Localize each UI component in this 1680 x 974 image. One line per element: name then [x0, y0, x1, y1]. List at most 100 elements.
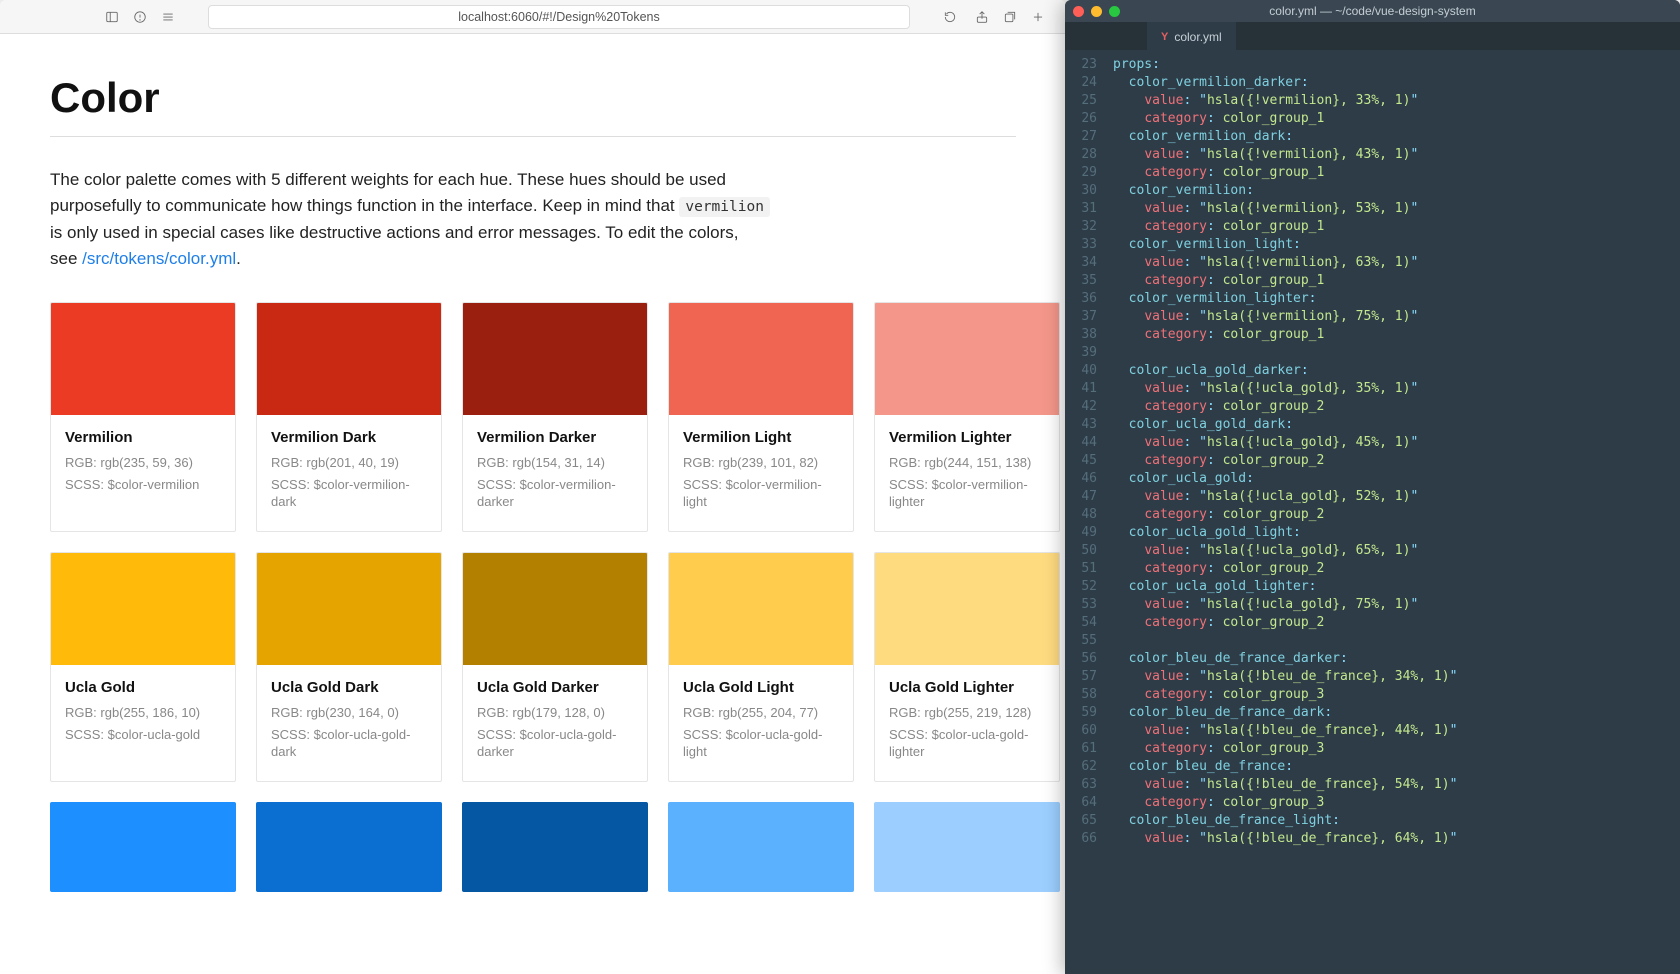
tab-label: color.yml	[1174, 30, 1221, 44]
swatch-meta: Ucla Gold Lighter RGB: rgb(255, 219, 128…	[875, 665, 1059, 781]
url-text: localhost:6060/#!/Design%20Tokens	[458, 10, 660, 24]
swatch-name: Vermilion	[65, 429, 221, 446]
swatch-color	[669, 553, 853, 665]
swatch-scss: SCSS: $color-ucla-gold-darker	[477, 726, 633, 761]
share-icon[interactable]	[970, 6, 994, 28]
sidebar-toggle-icon[interactable]	[100, 6, 124, 28]
swatch-meta: Vermilion RGB: rgb(235, 59, 36) SCSS: $c…	[51, 415, 235, 513]
tabs-icon[interactable]	[998, 6, 1022, 28]
swatch-rgb: RGB: rgb(255, 186, 10)	[65, 704, 221, 722]
swatch-scss: SCSS: $color-ucla-gold-dark	[271, 726, 427, 761]
desc-text: .	[236, 249, 241, 268]
swatch-name: Vermilion Darker	[477, 429, 633, 446]
editor-body[interactable]: 2324252627282930313233343536373839404142…	[1065, 50, 1680, 974]
tab-color-yml[interactable]: Y color.yml	[1147, 22, 1236, 50]
swatch-meta: Ucla Gold RGB: rgb(255, 186, 10) SCSS: $…	[51, 665, 235, 763]
swatch-name: Ucla Gold Lighter	[889, 679, 1045, 696]
swatch-meta: Vermilion Light RGB: rgb(239, 101, 82) S…	[669, 415, 853, 531]
swatch-meta: Ucla Gold Light RGB: rgb(255, 204, 77) S…	[669, 665, 853, 781]
swatch-meta: Vermilion Darker RGB: rgb(154, 31, 14) S…	[463, 415, 647, 531]
editor-titlebar: color.yml — ~/code/vue-design-system	[1065, 0, 1680, 22]
editor-title: color.yml — ~/code/vue-design-system	[1073, 4, 1672, 18]
divider	[50, 136, 1016, 137]
swatch-color	[51, 553, 235, 665]
swatch-scss: SCSS: $color-ucla-gold-light	[683, 726, 839, 761]
browser-window: localhost:6060/#!/Design%20Tokens Color …	[0, 0, 1066, 974]
swatch-color	[463, 553, 647, 665]
swatch-meta: Ucla Gold Darker RGB: rgb(179, 128, 0) S…	[463, 665, 647, 781]
browser-content[interactable]: Color The color palette comes with 5 dif…	[0, 34, 1066, 974]
swatch-card[interactable]: Vermilion RGB: rgb(235, 59, 36) SCSS: $c…	[50, 302, 236, 532]
swatch-card[interactable]	[256, 802, 442, 892]
swatch-meta: Ucla Gold Dark RGB: rgb(230, 164, 0) SCS…	[257, 665, 441, 781]
swatch-color	[669, 303, 853, 415]
swatch-color	[257, 553, 441, 665]
swatch-scss: SCSS: $color-ucla-gold	[65, 726, 221, 744]
close-icon[interactable]	[1073, 6, 1084, 17]
browser-toolbar: localhost:6060/#!/Design%20Tokens	[0, 0, 1066, 34]
swatch-name: Ucla Gold	[65, 679, 221, 696]
desc-code: vermilion	[679, 197, 770, 217]
swatch-scss: SCSS: $color-ucla-gold-lighter	[889, 726, 1045, 761]
swatch-card[interactable]	[50, 802, 236, 892]
maximize-icon[interactable]	[1109, 6, 1120, 17]
page-description: The color palette comes with 5 different…	[50, 167, 770, 272]
page-title: Color	[50, 74, 1016, 122]
swatch-scss: SCSS: $color-vermilion-lighter	[889, 476, 1045, 511]
desc-text: The color palette comes with 5 different…	[50, 170, 726, 215]
swatch-rgb: RGB: rgb(235, 59, 36)	[65, 454, 221, 472]
swatch-name: Vermilion Lighter	[889, 429, 1045, 446]
swatch-card[interactable]: Vermilion Lighter RGB: rgb(244, 151, 138…	[874, 302, 1060, 532]
swatch-rgb: RGB: rgb(255, 204, 77)	[683, 704, 839, 722]
swatch-card[interactable]	[668, 802, 854, 892]
editor-tabbar: Y color.yml	[1065, 22, 1680, 50]
swatch-meta: Vermilion Lighter RGB: rgb(244, 151, 138…	[875, 415, 1059, 531]
swatch-rgb: RGB: rgb(201, 40, 19)	[271, 454, 427, 472]
swatch-card[interactable]: Ucla Gold Darker RGB: rgb(179, 128, 0) S…	[462, 552, 648, 782]
swatch-color	[462, 802, 648, 892]
swatch-color	[875, 553, 1059, 665]
new-tab-icon[interactable]	[1026, 6, 1050, 28]
swatch-scss: SCSS: $color-vermilion-dark	[271, 476, 427, 511]
swatch-color	[874, 802, 1060, 892]
swatch-rgb: RGB: rgb(179, 128, 0)	[477, 704, 633, 722]
swatch-color	[668, 802, 854, 892]
swatch-card[interactable]: Ucla Gold Light RGB: rgb(255, 204, 77) S…	[668, 552, 854, 782]
swatch-color	[50, 802, 236, 892]
url-bar[interactable]: localhost:6060/#!/Design%20Tokens	[208, 5, 910, 29]
swatch-meta: Vermilion Dark RGB: rgb(201, 40, 19) SCS…	[257, 415, 441, 531]
swatch-name: Vermilion Dark	[271, 429, 427, 446]
swatch-card[interactable]	[874, 802, 1060, 892]
swatch-card[interactable]: Ucla Gold Lighter RGB: rgb(255, 219, 128…	[874, 552, 1060, 782]
swatch-card[interactable]: Ucla Gold Dark RGB: rgb(230, 164, 0) SCS…	[256, 552, 442, 782]
swatch-rgb: RGB: rgb(255, 219, 128)	[889, 704, 1045, 722]
editor-window: color.yml — ~/code/vue-design-system Y c…	[1065, 0, 1680, 974]
swatch-name: Vermilion Light	[683, 429, 839, 446]
swatch-card[interactable]: Ucla Gold RGB: rgb(255, 186, 10) SCSS: $…	[50, 552, 236, 782]
swatch-rgb: RGB: rgb(154, 31, 14)	[477, 454, 633, 472]
swatch-grid: Vermilion RGB: rgb(235, 59, 36) SCSS: $c…	[50, 302, 1016, 891]
swatch-name: Ucla Gold Light	[683, 679, 839, 696]
swatch-color	[257, 303, 441, 415]
list-icon[interactable]	[156, 6, 180, 28]
swatch-name: Ucla Gold Dark	[271, 679, 427, 696]
minimize-icon[interactable]	[1091, 6, 1102, 17]
reader-icon[interactable]	[128, 6, 152, 28]
swatch-color	[256, 802, 442, 892]
swatch-scss: SCSS: $color-vermilion-light	[683, 476, 839, 511]
swatch-card[interactable]: Vermilion Darker RGB: rgb(154, 31, 14) S…	[462, 302, 648, 532]
swatch-rgb: RGB: rgb(230, 164, 0)	[271, 704, 427, 722]
swatch-card[interactable]	[462, 802, 648, 892]
reload-icon[interactable]	[938, 6, 962, 28]
code-area[interactable]: props: color_vermilion_darker: value: "h…	[1105, 50, 1680, 974]
swatch-scss: SCSS: $color-vermilion	[65, 476, 221, 494]
swatch-rgb: RGB: rgb(244, 151, 138)	[889, 454, 1045, 472]
swatch-rgb: RGB: rgb(239, 101, 82)	[683, 454, 839, 472]
tokens-link[interactable]: /src/tokens/color.yml	[82, 249, 236, 268]
swatch-color	[875, 303, 1059, 415]
swatch-card[interactable]: Vermilion Dark RGB: rgb(201, 40, 19) SCS…	[256, 302, 442, 532]
line-gutter: 2324252627282930313233343536373839404142…	[1065, 50, 1105, 974]
swatch-name: Ucla Gold Darker	[477, 679, 633, 696]
yaml-file-icon: Y	[1161, 31, 1168, 43]
swatch-card[interactable]: Vermilion Light RGB: rgb(239, 101, 82) S…	[668, 302, 854, 532]
